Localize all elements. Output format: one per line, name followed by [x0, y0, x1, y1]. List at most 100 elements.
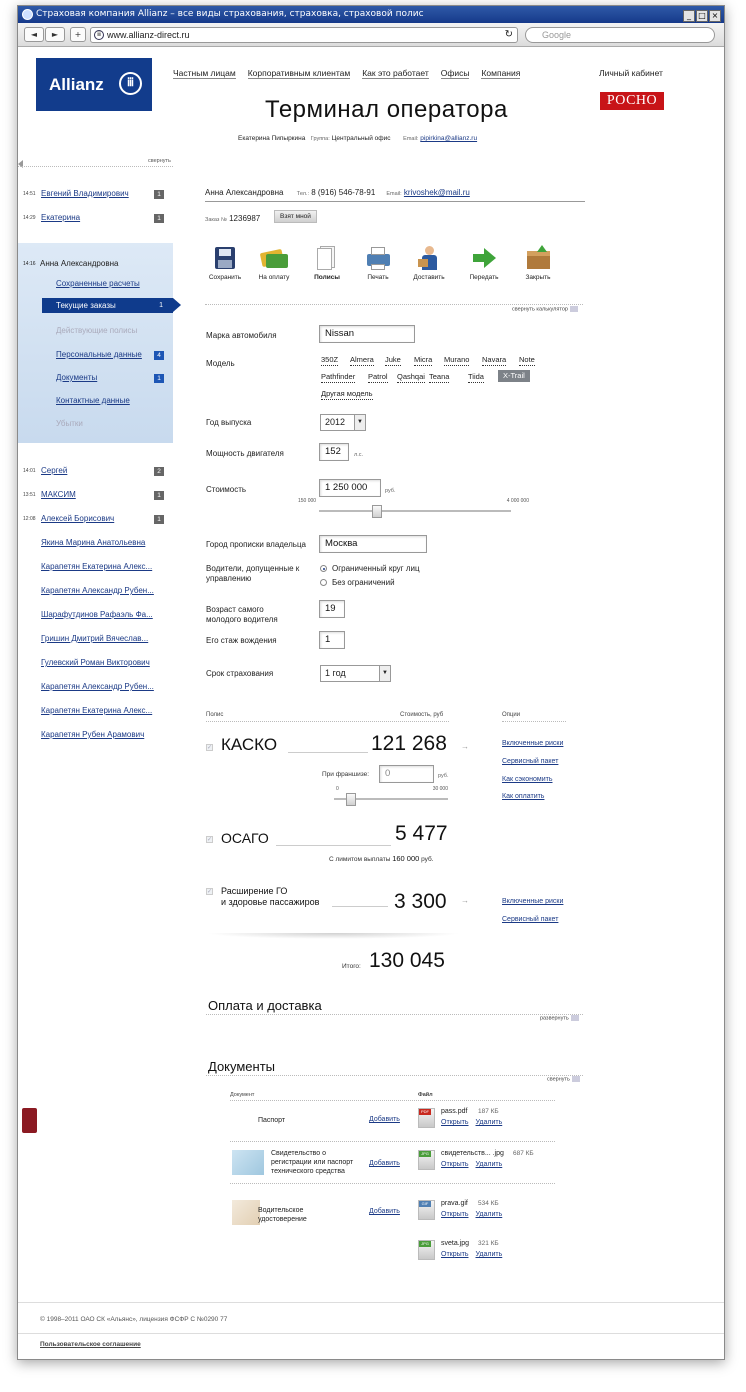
sidebar-item[interactable]: Персональные данные [56, 350, 142, 359]
personal-cabinet-link[interactable]: Личный кабинет [599, 68, 663, 78]
client-list-item[interactable]: Карапетян Александр Рубен... [41, 682, 154, 691]
model-link[interactable]: Patrol [368, 372, 388, 383]
minimize-button[interactable]: _ [683, 10, 695, 22]
add-document-link[interactable]: Добавить [369, 1116, 400, 1123]
drivers-unlimited-radio[interactable]: Без ограничений [320, 578, 395, 587]
delete-file-link[interactable]: Удалить [476, 1251, 503, 1258]
client-list-item[interactable]: Гулевский Роман Викторович [41, 658, 150, 667]
open-file-link[interactable]: Открыть [441, 1251, 469, 1258]
toolbar-2-button[interactable]: На оплату [254, 245, 294, 281]
client-list-item[interactable]: Якина Марина Анатольевна [41, 538, 145, 547]
toolbar-6-button[interactable]: Передать [464, 245, 504, 281]
sidebar-item[interactable]: Контактные данные [56, 396, 130, 405]
sidebar-item[interactable]: Сохраненные расчеты [56, 279, 140, 288]
reload-icon[interactable]: ↻ [505, 28, 513, 42]
sidebar-item[interactable]: Документы [56, 373, 97, 382]
model-link[interactable]: Qashqai [397, 372, 425, 383]
nav-link-5[interactable]: Компания [481, 68, 521, 79]
model-link[interactable]: Murano [444, 355, 470, 366]
client-row[interactable]: 13:51 МАКСИМ 1 [18, 488, 173, 502]
toolbar-3-button[interactable]: Полисы [307, 245, 347, 281]
year-select[interactable]: 2012 ▼ [320, 414, 366, 431]
model-link[interactable]: 350Z [321, 355, 339, 366]
collapse-calculator-link[interactable]: свернуть калькулятор [512, 306, 578, 312]
model-link[interactable]: Tiida [468, 372, 484, 383]
allianz-logo[interactable]: Allianz ⅲ [36, 58, 152, 111]
kasko-option-link[interactable]: Как сэкономить [502, 776, 553, 783]
open-file-link[interactable]: Открыть [441, 1119, 469, 1126]
nav-link-2[interactable]: Корпоративным клиентам [247, 68, 351, 79]
delete-file-link[interactable]: Удалить [476, 1161, 503, 1168]
delete-file-link[interactable]: Удалить [476, 1211, 503, 1218]
open-file-link[interactable]: Открыть [441, 1211, 469, 1218]
nav-link-4[interactable]: Офисы [440, 68, 470, 79]
delete-file-link[interactable]: Удалить [476, 1119, 503, 1126]
add-tab-button[interactable]: + [70, 27, 86, 42]
nav-link-1[interactable]: Частным лицам [173, 68, 236, 79]
sidebar-collapse-link[interactable]: свернуть [148, 158, 171, 164]
client-list-item[interactable]: Карапетян Екатерина Алекс... [41, 562, 152, 571]
city-input[interactable]: Москва [319, 535, 427, 553]
car-make-input[interactable]: Nissan [319, 325, 415, 343]
toolbar-7-button[interactable]: Закрыть [518, 245, 558, 281]
client-list-item[interactable]: Карапетян Александр Рубен... [41, 586, 154, 595]
payment-expand-link[interactable]: развернуть [540, 1015, 579, 1021]
power-input[interactable]: 152 [319, 443, 349, 461]
model-link[interactable]: Note [519, 355, 535, 366]
client-row[interactable]: 14:29 Екатерина 1 [18, 211, 173, 225]
search-input[interactable]: Google [525, 27, 715, 43]
maximize-button[interactable]: □ [696, 10, 708, 22]
client-name[interactable]: Алексей Борисович [41, 512, 114, 526]
customer-email-link[interactable]: krivoshek@mail.ru [404, 188, 470, 197]
model-link[interactable]: Teana [429, 372, 450, 383]
drivers-limited-radio[interactable]: Ограниченный круг лиц [320, 564, 420, 573]
model-link[interactable]: Micra [414, 355, 433, 366]
address-bar[interactable]: ⅲ www.allianz-direct.ru ↻ [90, 27, 518, 43]
experience-input[interactable]: 1 [319, 631, 345, 649]
client-row[interactable]: 12:08 Алексей Борисович 1 [18, 512, 173, 526]
price-slider-thumb[interactable] [371, 505, 382, 518]
model-link[interactable]: Pathfinder [321, 372, 356, 383]
back-button[interactable]: ◄ [24, 27, 44, 42]
open-file-link[interactable]: Открыть [441, 1161, 469, 1168]
young-age-input[interactable]: 19 [319, 600, 345, 618]
model-link[interactable]: Navara [482, 355, 507, 366]
client-list-item[interactable]: Карапетян Екатерина Алекс... [41, 706, 152, 715]
client-name[interactable]: Евгений Владимирович [41, 187, 129, 201]
forward-button[interactable]: ► [45, 27, 65, 42]
kasko-option-link[interactable]: Включенные риски [502, 740, 563, 747]
kasko-option-link[interactable]: Как оплатить [502, 793, 544, 800]
sidebar-item-current-orders[interactable]: Текущие заказы 1 [42, 298, 181, 313]
take-order-button[interactable]: Взят мной [274, 210, 317, 223]
add-document-link[interactable]: Добавить [369, 1160, 400, 1167]
kasko-checkbox[interactable]: ✓ [206, 744, 213, 751]
price-input[interactable]: 1 250 000 [319, 479, 381, 497]
term-select[interactable]: 1 год ▼ [320, 665, 391, 682]
operator-email-link[interactable]: pipirkina@allianz.ru [420, 135, 477, 142]
add-document-link[interactable]: Добавить [369, 1208, 400, 1215]
client-name[interactable]: МАКСИМ [41, 488, 76, 502]
client-name[interactable]: Сергей [41, 464, 67, 478]
client-list-item[interactable]: Шарафутдинов Рафаэль Фа... [41, 610, 153, 619]
client-list-item[interactable]: Карапетян Рубен Арамович [41, 730, 144, 739]
client-list-item[interactable]: Гришин Дмитрий Вячеслав... [41, 634, 148, 643]
kasko-option-link[interactable]: Сервисный пакет [502, 758, 558, 765]
client-row[interactable]: 14:51 Евгений Владимирович 1 [18, 187, 173, 201]
close-button[interactable]: × [709, 10, 721, 22]
other-model-link[interactable]: Другая модель [321, 389, 373, 400]
go-option-link[interactable]: Сервисный пакет [502, 916, 558, 923]
go-option-link[interactable]: Включенные риски [502, 898, 563, 905]
deductible-slider-thumb[interactable] [346, 793, 356, 806]
osago-checkbox[interactable]: ✓ [206, 836, 213, 843]
deductible-slider[interactable]: 0 30 000 [334, 786, 448, 806]
model-link[interactable]: Almera [350, 355, 374, 366]
model-link[interactable]: Juke [385, 355, 401, 366]
price-slider[interactable]: 150 000 4 000 000 [298, 498, 529, 518]
toolbar-5-button[interactable]: Доставить [409, 245, 449, 281]
model-link-selected[interactable]: X-Trail [498, 370, 530, 382]
client-name[interactable]: Екатерина [41, 211, 80, 225]
nav-link-3[interactable]: Как это работает [362, 68, 429, 79]
client-row[interactable]: 14:01 Сергей 2 [18, 464, 173, 478]
documents-collapse-link[interactable]: свернуть [547, 1076, 580, 1082]
toolbar-4-button[interactable]: Печать [358, 245, 398, 281]
